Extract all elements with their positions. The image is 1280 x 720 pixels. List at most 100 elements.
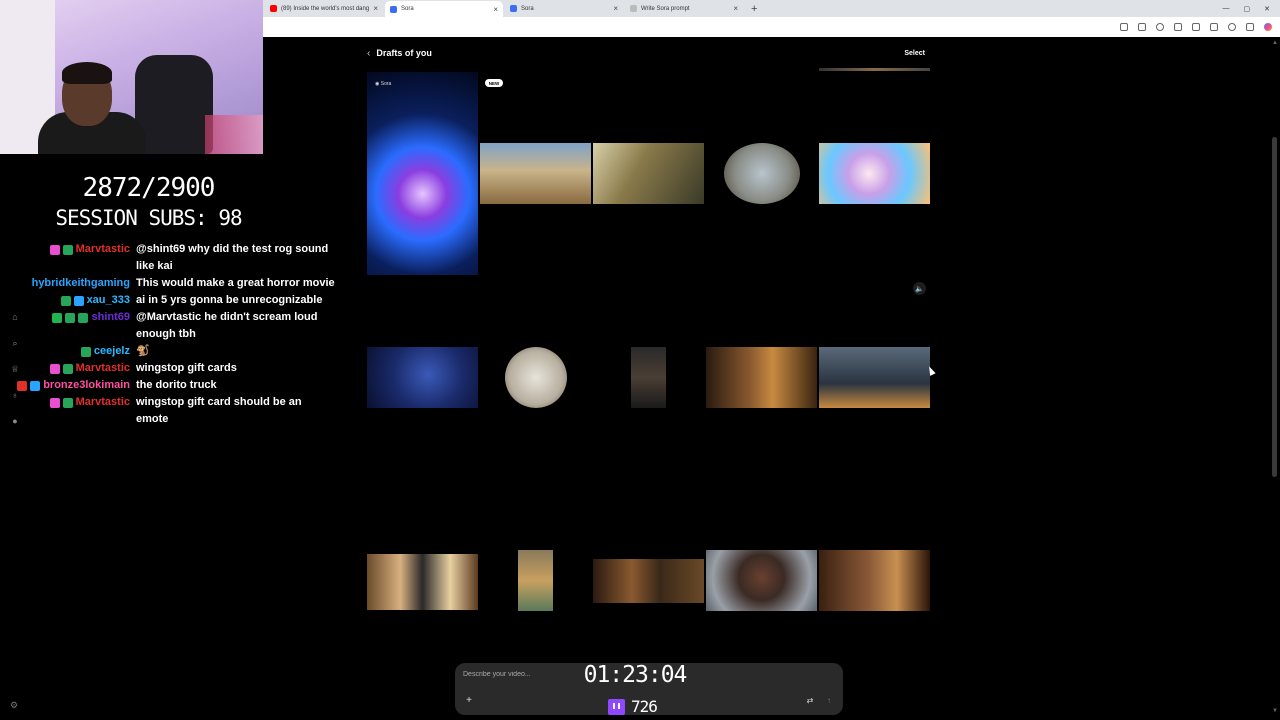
video-thumbnail[interactable] — [706, 143, 817, 204]
video-thumbnail[interactable] — [593, 143, 704, 204]
tab-favicon-icon — [270, 5, 277, 12]
video-thumbnail[interactable] — [706, 550, 817, 611]
chat-username[interactable]: ceejelz — [94, 343, 130, 360]
twitch-icon — [608, 698, 625, 715]
page-scrollbar[interactable] — [1270, 37, 1280, 720]
search-icon[interactable]: ⌕ — [12, 336, 17, 350]
chat-username[interactable]: hybridkeithgaming — [32, 275, 130, 292]
chat-badge-icon — [62, 244, 73, 255]
read-aloud-icon[interactable] — [1120, 23, 1128, 31]
sub-goal-counter: 2872/2900 — [82, 173, 216, 203]
sora-watermark: ◉ Sora — [375, 81, 392, 87]
chat-badge-icon — [73, 295, 84, 306]
webcam-feed — [0, 0, 263, 154]
viewer-count: 726 — [631, 697, 658, 716]
stream-timer: 01:23:04 — [583, 662, 688, 688]
maximize-button[interactable]: ▢ — [1244, 5, 1251, 13]
chat-badge-icon — [30, 380, 41, 391]
video-thumbnail[interactable] — [480, 143, 591, 204]
chat-text: the dorito truck — [136, 379, 217, 391]
session-subs: SESSION SUBS: 98 — [55, 206, 242, 230]
tab-close-icon[interactable]: × — [373, 4, 378, 13]
send-button[interactable]: ↑ — [823, 695, 835, 707]
settings-toggle-icon[interactable]: ⇄ — [804, 695, 816, 707]
scroll-down-icon[interactable]: ▼ — [1272, 708, 1278, 714]
chat-badge-icon — [49, 244, 60, 255]
browser-tab[interactable]: Write Sora prompt × — [625, 1, 743, 16]
viewer-count-widget: 726 — [608, 697, 658, 716]
video-thumbnail[interactable] — [367, 347, 478, 408]
trophy-icon[interactable]: ♕ — [11, 362, 19, 376]
favorites-icon[interactable] — [1192, 23, 1200, 31]
stream-overlay-panel — [0, 154, 263, 720]
select-button[interactable]: Select — [898, 48, 931, 59]
tab-title: Sora — [521, 5, 534, 12]
chat-message: Marvtastic wingstop gift cards — [30, 360, 340, 377]
video-thumbnail[interactable]: ◉ Sora — [367, 72, 478, 275]
scroll-up-icon[interactable]: ▲ — [1272, 40, 1278, 46]
chat-badge-icon — [17, 380, 28, 391]
new-tab-button[interactable]: + — [751, 3, 757, 15]
extensions-icon[interactable] — [1174, 23, 1182, 31]
chat-message: shint69 @Marvtastic he didn't scream loud… — [30, 309, 340, 343]
profile-icon[interactable] — [1228, 23, 1236, 31]
home-icon[interactable]: ⌂ — [12, 310, 17, 324]
browser-tab[interactable]: (89) Inside the world's most dang × — [265, 1, 383, 16]
tab-title: Write Sora prompt — [641, 5, 690, 12]
scrollbar-thumb[interactable] — [1272, 137, 1277, 477]
tab-close-icon[interactable]: × — [733, 4, 738, 13]
chat-text: wingstop gift cards — [136, 362, 237, 374]
video-thumbnail[interactable] — [819, 550, 930, 611]
tab-close-icon[interactable]: × — [613, 4, 618, 13]
chat-badge-icon — [78, 312, 89, 323]
back-chevron-icon[interactable]: ‹ — [367, 48, 370, 59]
chat-badge-icon — [49, 397, 60, 408]
chat-message: ceejelz 🐒 — [30, 343, 340, 360]
collections-icon[interactable] — [1210, 23, 1218, 31]
browser-tab[interactable]: Sora × — [505, 1, 623, 16]
minimize-button[interactable]: — — [1223, 5, 1230, 13]
browser-tab[interactable]: Sora × — [385, 1, 503, 17]
new-badge: NEW — [485, 79, 503, 87]
chat-badge-icon — [62, 363, 73, 374]
chat-badge-icon — [49, 363, 60, 374]
video-thumbnail[interactable] — [593, 559, 704, 603]
chat-message: xau_333 ai in 5 yrs gonna be unrecognizab… — [30, 292, 340, 309]
chat-text: @Marvtastic he didn't scream loud enough… — [136, 311, 318, 340]
chat-text: 🐒 — [136, 345, 150, 357]
chat-badge-icon — [65, 312, 76, 323]
chat-text: wingstop gift card should be an emote — [136, 396, 302, 425]
chat-message: hybridkeithgaming This would make a great… — [30, 275, 340, 292]
mute-icon[interactable]: 🔈 — [913, 282, 926, 295]
video-thumbnail[interactable] — [367, 554, 478, 610]
chat-username[interactable]: Marvtastic — [76, 241, 130, 258]
close-window-button[interactable]: ✕ — [1264, 5, 1270, 13]
tab-title: Sora — [401, 6, 414, 12]
chat-username[interactable]: Marvtastic — [76, 360, 130, 377]
menu-icon[interactable] — [1246, 23, 1254, 31]
video-thumbnail[interactable] — [518, 550, 553, 611]
tab-favicon-icon — [510, 5, 517, 12]
partial-thumbnail[interactable] — [819, 68, 930, 71]
drafts-header: ‹ Drafts of you Select — [367, 45, 931, 61]
video-thumbnail[interactable] — [819, 143, 930, 204]
chat-username[interactable]: shint69 — [91, 309, 130, 326]
copilot-icon[interactable] — [1264, 23, 1272, 31]
chat-message: Marvtastic @shint69 why did the test rog … — [30, 241, 340, 275]
settings-icon[interactable]: ⚙ — [10, 700, 18, 711]
video-thumbnail[interactable] — [631, 347, 666, 408]
chat-username[interactable]: Marvtastic — [76, 394, 130, 411]
chat-badge-icon — [52, 312, 63, 323]
tab-close-icon[interactable]: × — [493, 5, 498, 14]
refresh-icon[interactable] — [1156, 23, 1164, 31]
favorite-star-icon[interactable] — [1138, 23, 1146, 31]
chat-username[interactable]: bronze3lokimain — [43, 377, 130, 394]
video-thumbnail[interactable] — [819, 347, 930, 408]
video-thumbnail[interactable] — [480, 347, 591, 408]
avatar-icon[interactable]: ● — [12, 414, 17, 428]
page-title: Drafts of you — [376, 48, 432, 58]
chat-username[interactable]: xau_333 — [87, 292, 130, 309]
video-thumbnail[interactable] — [706, 347, 817, 408]
add-media-button[interactable]: + — [463, 695, 475, 707]
browser-tab-bar: (89) Inside the world's most dang × Sora × S… — [263, 0, 1280, 17]
